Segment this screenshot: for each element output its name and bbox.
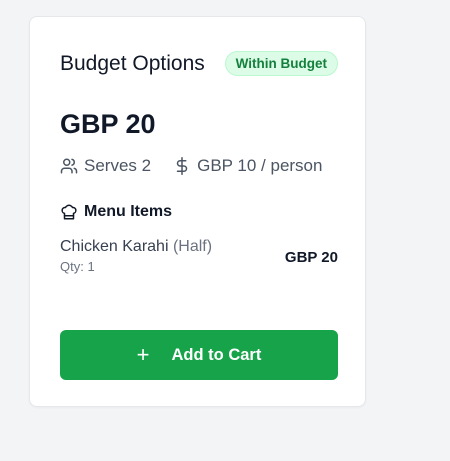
menu-item-name: Chicken Karahi <box>60 238 169 255</box>
budget-option-card: Budget Options Within Budget GBP 20 Serv… <box>29 16 366 407</box>
menu-item-variant: (Half) <box>172 238 213 255</box>
add-to-cart-button[interactable]: + Add to Cart <box>60 330 338 380</box>
dollar-icon <box>173 157 191 175</box>
menu-items-heading: Menu Items <box>60 203 172 221</box>
plus-icon: + <box>136 342 150 367</box>
status-badge: Within Budget <box>224 51 338 76</box>
card-title: Budget Options <box>60 51 205 75</box>
users-icon <box>60 157 78 175</box>
menu-item: Chicken Karahi (Half) Qty: 1 GBP 20 <box>60 238 338 274</box>
total-price: GBP 20 <box>60 109 156 139</box>
menu-items-label: Menu Items <box>84 203 173 220</box>
serves-text: Serves 2 <box>84 156 152 175</box>
add-to-cart-label: Add to Cart <box>171 345 262 364</box>
card-header: Budget Options Within Budget <box>60 51 338 76</box>
per-person-text: GBP 10 / person <box>197 156 323 175</box>
chef-hat-icon <box>60 203 78 221</box>
menu-item-price: GBP 20 <box>284 249 338 266</box>
card-meta: Serves 2 GBP 10 / person <box>60 156 322 176</box>
